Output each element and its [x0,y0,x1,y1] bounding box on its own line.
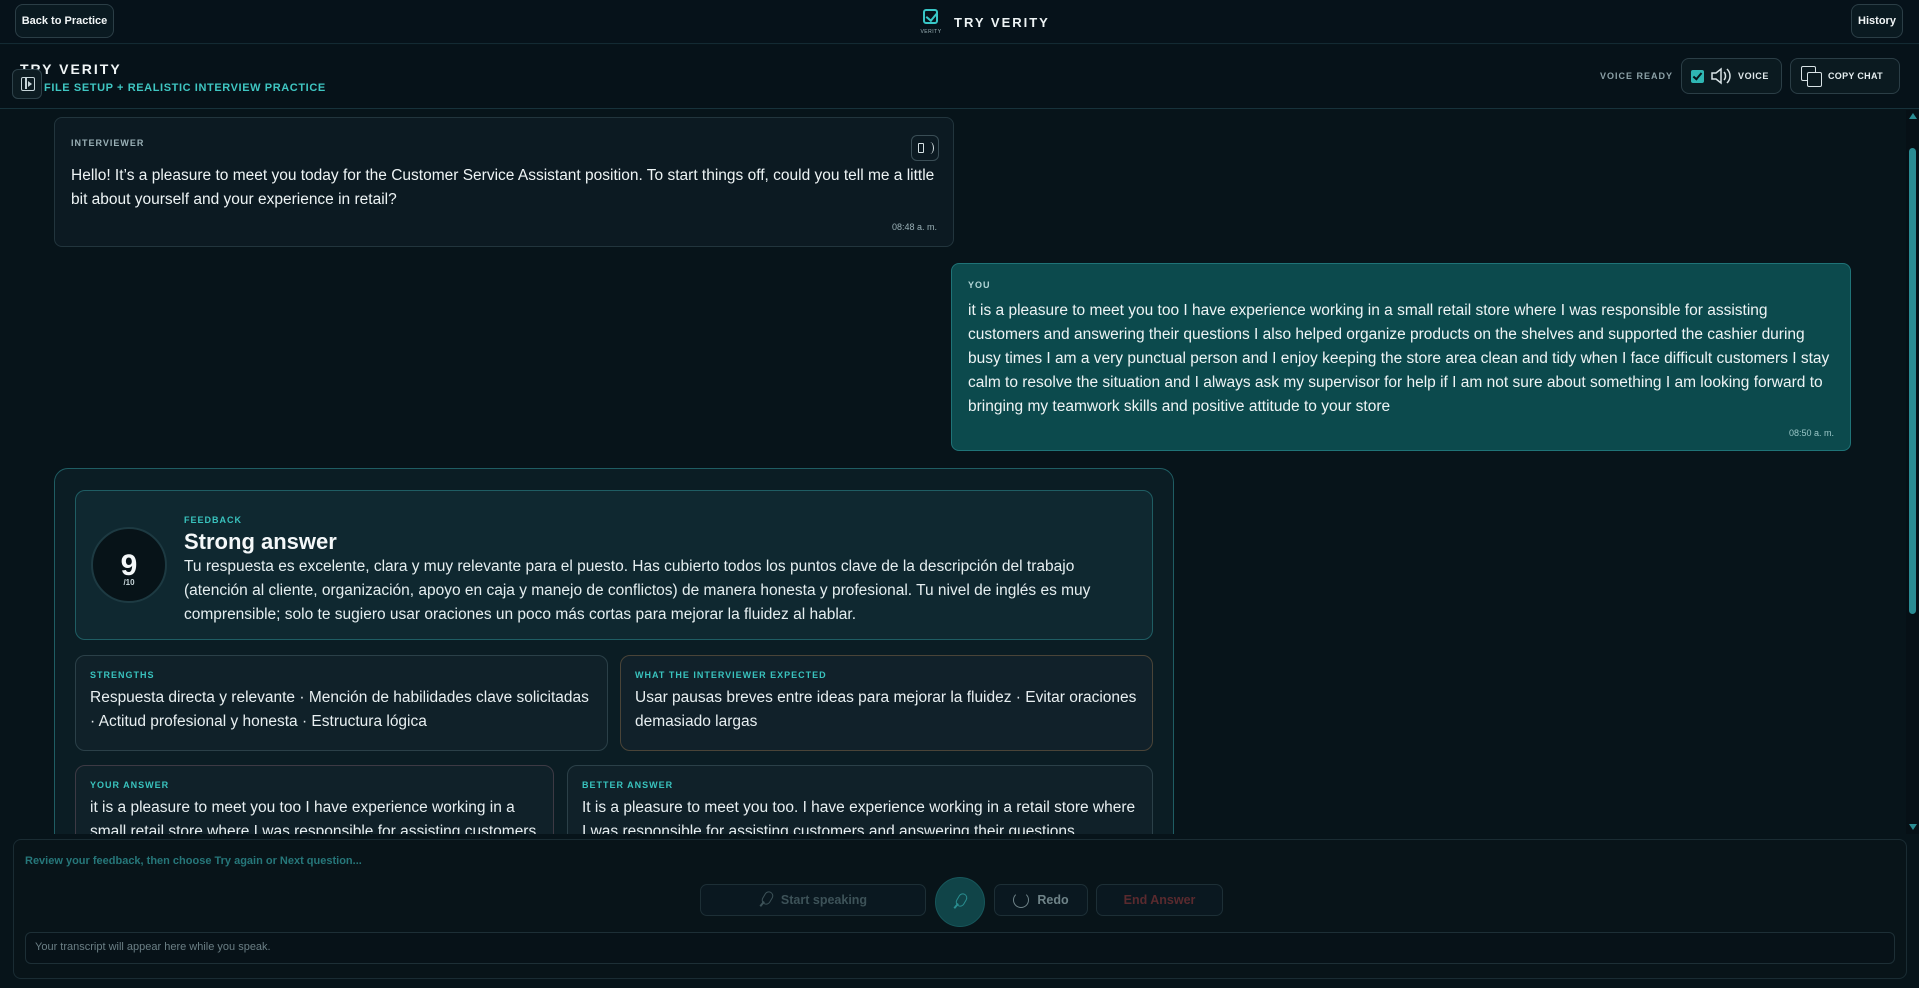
expected-text: Usar pausas breves entre ideas para mejo… [635,689,1137,730]
feedback-summary-panel: 9 /10 FEEDBACK Strong answer Tu respuest… [75,490,1153,640]
message-sender: YOU [968,280,991,290]
message-sender: INTERVIEWER [71,138,145,148]
voice-checkbox[interactable] [1691,69,1704,83]
panel-expand-icon [21,77,35,91]
transcript-field[interactable]: Your transcript will appear here while y… [25,932,1895,964]
voice-label: VOICE [1738,71,1770,81]
score-badge: 9 /10 [91,527,167,603]
verity-logo-icon: VERITY [918,7,944,37]
strengths-label: STRENGTHS [90,670,155,680]
score-denominator: /10 [123,578,135,587]
speaker-icon [918,143,924,153]
start-speaking-button[interactable]: Start speaking [700,884,926,916]
chat-area: INTERVIEWER Hello! It’s a pleasure to me… [0,110,1906,834]
redo-button[interactable]: Redo [994,884,1088,916]
feedback-summary: Tu respuesta es excelente, clara y muy r… [184,558,1091,623]
record-button[interactable] [935,877,985,927]
better-answer-card: BETTER ANSWER It is a pleasure to meet y… [567,765,1153,834]
better-answer-label: BETTER ANSWER [582,780,674,790]
copy-icon [1801,66,1822,87]
sidebar-toggle-button[interactable] [12,69,42,99]
answer-composer: Review your feedback, then choose Try ag… [13,839,1907,979]
voice-status: VOICE READY [1600,71,1674,81]
strengths-card: STRENGTHS Respuesta directa y relevante … [75,655,608,751]
end-answer-button[interactable]: End Answer [1096,884,1223,916]
page-tagline: FILE SETUP + REALISTIC INTERVIEW PRACTIC… [44,82,326,94]
message-time: 08:48 a. m. [891,222,937,232]
strengths-text: Respuesta directa y relevante · Mención … [90,689,589,730]
scroll-up-icon[interactable] [1909,113,1917,119]
back-to-practice-button[interactable]: Back to Practice [15,4,114,38]
start-speaking-label: Start speaking [780,893,868,907]
mic-icon [953,893,967,911]
speaker-icon [1711,67,1731,85]
voice-toggle[interactable]: VOICE [1681,58,1782,94]
feedback-headline: Strong answer [184,529,337,554]
copy-chat-button[interactable]: COPY CHAT [1790,58,1900,94]
end-answer-label: End Answer [1123,893,1196,907]
brand: VERITY TRY VERITY [918,7,1050,37]
message-time: 08:50 a. m. [1788,428,1834,438]
feedback-card: 9 /10 FEEDBACK Strong answer Tu respuest… [54,468,1174,834]
message-text: it is a pleasure to meet you too I have … [968,302,1830,415]
brand-title: TRY VERITY [954,14,1050,30]
expected-card: WHAT THE INTERVIEWER EXPECTED Usar pausa… [620,655,1153,751]
play-audio-button[interactable] [911,135,939,161]
mic-icon [759,891,773,909]
user-message: YOU it is a pleasure to meet you too I h… [951,263,1851,451]
history-button[interactable]: History [1851,4,1903,38]
copy-chat-label: COPY CHAT [1828,71,1883,81]
scroll-down-icon[interactable] [1909,824,1917,830]
expected-label: WHAT THE INTERVIEWER EXPECTED [635,670,827,680]
chat-scrollbar[interactable] [1906,110,1919,834]
interviewer-message: INTERVIEWER Hello! It’s a pleasure to me… [54,117,954,247]
composer-hint: Review your feedback, then choose Try ag… [25,855,362,867]
better-answer-text: It is a pleasure to meet you too. I have… [582,799,1136,834]
feedback-label: FEEDBACK [184,515,243,525]
your-answer-text: it is a pleasure to meet you too I have … [90,799,537,834]
scroll-thumb[interactable] [1909,148,1916,614]
your-answer-card: YOUR ANSWER it is a pleasure to meet you… [75,765,554,834]
redo-label: Redo [1037,893,1069,907]
redo-icon [1013,892,1030,908]
your-answer-label: YOUR ANSWER [90,780,170,790]
message-text: Hello! It’s a pleasure to meet you today… [71,167,935,208]
